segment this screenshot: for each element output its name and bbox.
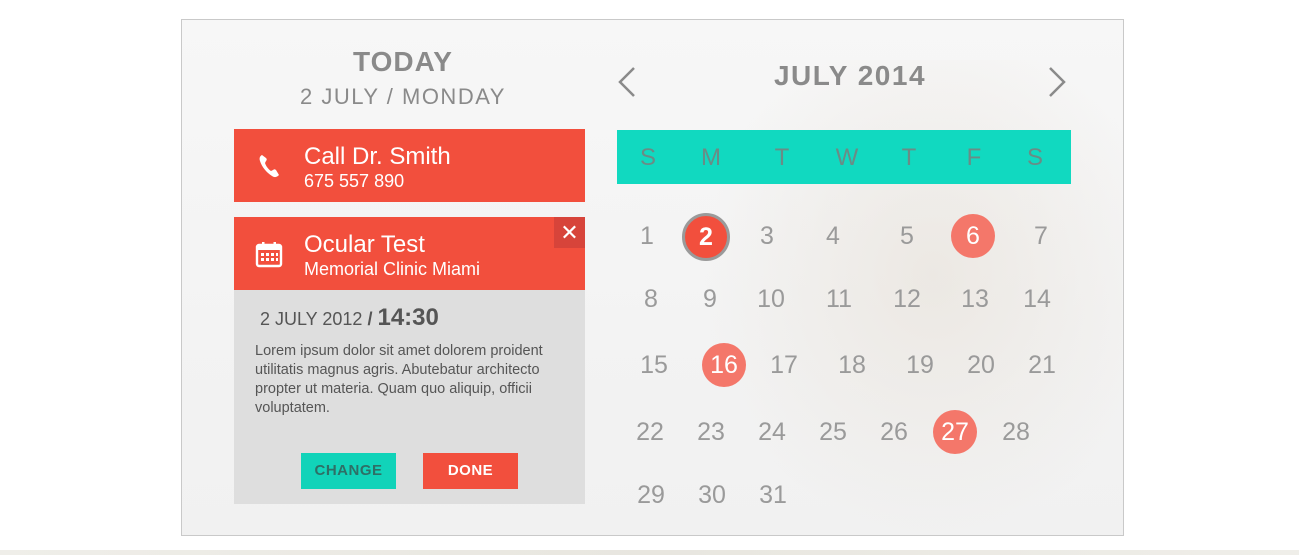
calendar-day[interactable]: 31	[750, 472, 796, 518]
calendar-day[interactable]: 7	[1018, 213, 1064, 259]
calendar-day[interactable]: 15	[631, 342, 677, 388]
calendar-day[interactable]: 13	[952, 276, 998, 322]
phone-icon	[254, 151, 284, 181]
chevron-right-icon	[1049, 67, 1066, 97]
previous-month-button[interactable]	[616, 64, 640, 100]
done-button[interactable]: DONE	[423, 453, 518, 489]
event-detail-panel: 2 JULY 2012 / 14:30 Lorem ipsum dolor si…	[234, 290, 585, 504]
calendar-day[interactable]: 4	[810, 213, 856, 259]
calendar-day[interactable]: 30	[689, 472, 735, 518]
calendar-icon	[254, 239, 284, 269]
calendar-day[interactable]: 19	[897, 342, 943, 388]
calendar-day[interactable]: 26	[871, 409, 917, 455]
calendar-day[interactable]: 9	[687, 276, 733, 322]
weekday-label: T	[901, 144, 917, 171]
close-event-button[interactable]: ✕	[554, 217, 585, 248]
event-description: Lorem ipsum dolor sit amet dolorem proid…	[255, 343, 543, 416]
calendar-day[interactable]: 11	[816, 276, 862, 322]
event-ocular-test[interactable]: Ocular Test Memorial Clinic Miami ✕	[234, 217, 585, 290]
weekday-header: S M T W T F S	[617, 130, 1071, 184]
weekday-label: S	[639, 144, 656, 171]
calendar-day-event[interactable]: 27	[933, 410, 977, 454]
calendar-day[interactable]: 18	[829, 342, 875, 388]
datetime-separator: /	[367, 309, 373, 329]
calendar-day[interactable]: 20	[958, 342, 1004, 388]
event-subtitle: 675 557 890	[304, 171, 405, 191]
calendar-day[interactable]: 3	[744, 213, 790, 259]
calendar-day[interactable]: 12	[884, 276, 930, 322]
today-date: 2 JULY / MONDAY	[300, 84, 506, 109]
next-month-button[interactable]	[1044, 64, 1068, 100]
today-heading: TODAY	[353, 46, 453, 77]
calendar-day-event[interactable]: 16	[702, 343, 746, 387]
event-date: 2 JULY 2012	[260, 309, 363, 329]
event-subtitle: Memorial Clinic Miami	[304, 259, 481, 279]
calendar-day[interactable]: 14	[1014, 276, 1060, 322]
weekday-label: S	[1026, 144, 1043, 171]
month-title: JULY 2014	[773, 60, 927, 91]
calendar-day[interactable]: 29	[628, 472, 674, 518]
event-title: Ocular Test	[304, 231, 425, 258]
calendar-day[interactable]: 28	[993, 409, 1039, 455]
weekday-label: W	[835, 144, 859, 171]
calendar-day[interactable]: 1	[624, 213, 670, 259]
calendar-day[interactable]: 17	[761, 342, 807, 388]
calendar-widget: TODAY 2 JULY / MONDAY Call Dr. Smith 675…	[181, 19, 1124, 536]
event-title: Call Dr. Smith	[304, 143, 451, 170]
chevron-left-icon	[618, 67, 635, 97]
calendar-day[interactable]: 21	[1019, 342, 1065, 388]
calendar-day[interactable]: 5	[884, 213, 930, 259]
event-call-dr-smith[interactable]: Call Dr. Smith 675 557 890	[234, 129, 585, 202]
calendar-day[interactable]: 10	[748, 276, 794, 322]
weekday-label: F	[966, 144, 982, 171]
event-time: 14:30	[377, 304, 439, 331]
calendar-day-selected[interactable]: 2	[682, 213, 730, 261]
weekday-label: M	[701, 144, 721, 171]
event-datetime: 2 JULY 2012 / 14:30	[260, 304, 439, 332]
calendar-day[interactable]: 22	[627, 409, 673, 455]
calendar-day[interactable]: 25	[810, 409, 856, 455]
bottom-strip	[0, 550, 1299, 555]
calendar-day-event[interactable]: 6	[951, 214, 995, 258]
weekday-label: T	[774, 144, 790, 171]
calendar-day[interactable]: 24	[749, 409, 795, 455]
calendar-day[interactable]: 23	[688, 409, 734, 455]
change-button[interactable]: CHANGE	[301, 453, 396, 489]
calendar-day[interactable]: 8	[628, 276, 674, 322]
